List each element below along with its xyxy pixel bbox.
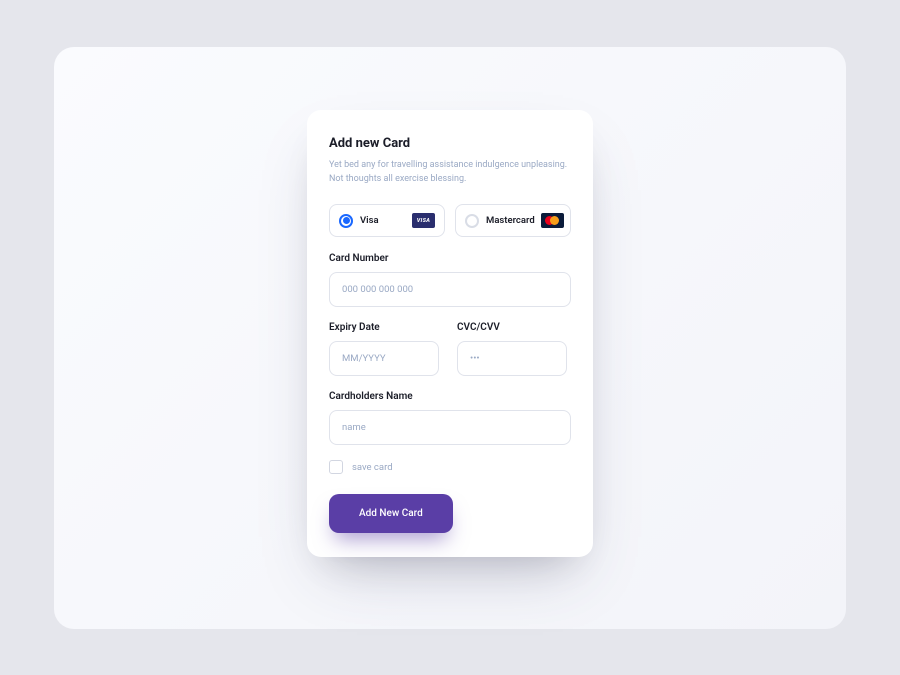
expiry-field: Expiry Date — [329, 322, 443, 376]
add-card-form: Add new Card Yet bed any for travelling … — [307, 110, 593, 557]
card-type-mastercard[interactable]: Mastercard — [455, 204, 571, 237]
visa-icon: VISA — [412, 213, 435, 228]
card-type-label: Visa — [360, 215, 406, 226]
radio-icon — [339, 214, 353, 228]
save-card-row: save card — [329, 460, 571, 474]
card-type-selector: Visa VISA Mastercard — [329, 204, 571, 237]
radio-icon — [465, 214, 479, 228]
cvc-label: CVC/CVV — [457, 322, 571, 333]
mastercard-icon — [541, 213, 564, 228]
cvc-field: CVC/CVV — [457, 322, 571, 376]
cardholder-input[interactable] — [329, 410, 571, 445]
card-number-input[interactable] — [329, 272, 571, 307]
save-card-checkbox[interactable] — [329, 460, 343, 474]
card-number-field: Card Number — [329, 253, 571, 307]
card-type-visa[interactable]: Visa VISA — [329, 204, 445, 237]
cvc-input[interactable] — [457, 341, 567, 376]
form-title: Add new Card — [329, 136, 571, 151]
stage: Add new Card Yet bed any for travelling … — [54, 47, 846, 629]
save-card-label: save card — [352, 462, 393, 473]
cardholder-field: Cardholders Name — [329, 391, 571, 445]
form-subtitle: Yet bed any for travelling assistance in… — [329, 159, 571, 186]
card-number-label: Card Number — [329, 253, 571, 264]
add-card-button[interactable]: Add New Card — [329, 494, 453, 533]
cardholder-label: Cardholders Name — [329, 391, 571, 402]
card-type-label: Mastercard — [486, 215, 535, 226]
expiry-input[interactable] — [329, 341, 439, 376]
expiry-label: Expiry Date — [329, 322, 443, 333]
